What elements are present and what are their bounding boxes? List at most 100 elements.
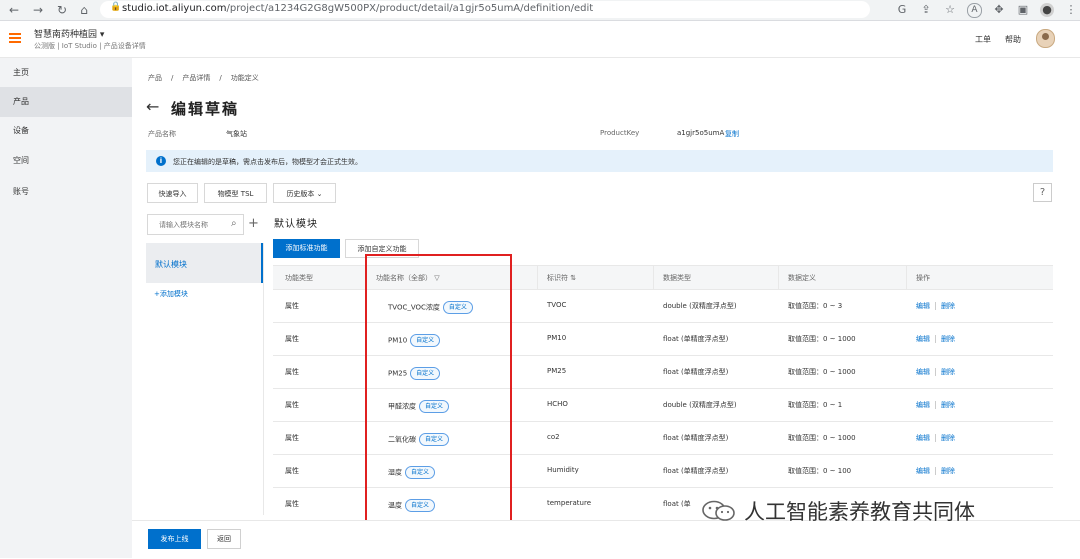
add-module-icon[interactable]: + — [248, 216, 259, 231]
cell-definition: 取值范围：0 ~ 1 — [788, 401, 843, 409]
cell-definition: 取值范围：0 ~ 3 — [788, 302, 843, 310]
cell-definition: 取值范围：0 ~ 1000 — [788, 335, 856, 343]
breadcrumb-product[interactable]: 产品 — [148, 74, 162, 82]
col-header-type: 功能类型 — [285, 274, 313, 282]
workspace-selector[interactable]: 智慧南药种植园 ▾ — [34, 27, 104, 40]
sidebar: 主页 产品 设备 空间 账号 — [0, 58, 132, 558]
cell-type: 属性 — [285, 368, 299, 376]
chevron-down-icon: ⌄ — [316, 190, 323, 198]
add-standard-function-button[interactable]: 添加标准功能 — [273, 239, 340, 258]
menu-icon[interactable] — [9, 33, 21, 43]
cell-identifier: PM25 — [547, 367, 567, 375]
cell-datatype: double (双精度浮点型) — [663, 401, 737, 409]
breadcrumb-current: 功能定义 — [230, 74, 259, 82]
help-link[interactable]: 帮助 — [1005, 34, 1021, 45]
product-key-label: ProductKey — [600, 129, 640, 137]
edit-link[interactable]: 编辑 — [916, 368, 930, 376]
page-title: 编辑草稿 — [171, 100, 240, 118]
delete-link[interactable]: 删除 — [941, 467, 955, 475]
delete-link[interactable]: 删除 — [941, 368, 955, 376]
col-header-datatype: 数据类型 — [663, 274, 691, 282]
edit-link[interactable]: 编辑 — [916, 302, 930, 310]
star-icon[interactable]: ☆ — [943, 3, 957, 17]
cell-datatype: float (单精度浮点型) — [663, 368, 729, 376]
cell-datatype: float (单精度浮点型) — [663, 434, 729, 442]
extensions-icon[interactable]: ✥ — [992, 3, 1006, 17]
product-name-label: 产品名称 — [148, 130, 176, 138]
quick-import-button[interactable]: 快速导入 — [147, 183, 198, 203]
cell-actions: 编辑 删除 — [916, 400, 955, 410]
col-header-definition: 数据定义 — [788, 274, 816, 282]
cell-datatype: double (双精度浮点型) — [663, 302, 737, 310]
edit-link[interactable]: 编辑 — [916, 434, 930, 442]
share-icon[interactable]: ⇪ — [919, 3, 933, 17]
menu-dots-icon[interactable]: ⋮ — [1064, 3, 1078, 17]
sidepanel-icon[interactable]: ▣ — [1016, 3, 1030, 17]
address-bar[interactable]: 🔒 studio.iot.aliyun.com/project/a1234G2G… — [100, 1, 870, 18]
cell-datatype: float (单精度浮点型) — [663, 335, 729, 343]
return-button[interactable]: 返回 — [207, 529, 241, 549]
delete-link[interactable]: 删除 — [941, 401, 955, 409]
delete-link[interactable]: 删除 — [941, 434, 955, 442]
module-item-default[interactable]: 默认模块 — [146, 243, 263, 283]
cell-actions: 编辑 删除 — [916, 334, 955, 344]
edit-link[interactable]: 编辑 — [916, 335, 930, 343]
draft-notice: i 您正在编辑的是草稿，需点击发布后，物模型才会正式生效。 — [146, 150, 1053, 172]
edit-link[interactable]: 编辑 — [916, 467, 930, 475]
breadcrumb-product-detail[interactable]: 产品详情 — [182, 74, 210, 82]
cell-actions: 编辑 删除 — [916, 301, 955, 311]
search-icon[interactable]: ⌕ — [231, 218, 237, 229]
cell-type: 属性 — [285, 401, 299, 409]
product-key-value: a1gjr5o5umA — [677, 129, 725, 137]
tsl-button[interactable]: 物模型 TSL — [204, 183, 267, 203]
lock-icon: 🔒 — [110, 2, 122, 12]
cell-definition: 取值范围：0 ~ 1000 — [788, 368, 856, 376]
home-icon[interactable]: ⌂ — [76, 2, 92, 18]
browser-toolbar: ← → ↻ ⌂ 🔒 studio.iot.aliyun.com/project/… — [0, 0, 1080, 21]
publish-button[interactable]: 发布上线 — [148, 529, 201, 549]
avatar[interactable] — [1036, 29, 1055, 48]
cell-type: 属性 — [285, 302, 299, 310]
delete-link[interactable]: 删除 — [941, 335, 955, 343]
back-arrow-icon[interactable]: ← — [146, 97, 159, 116]
add-module-link[interactable]: +添加模块 — [154, 289, 188, 299]
translate-icon[interactable]: A — [967, 2, 982, 18]
sidebar-item-product[interactable]: 产品 — [0, 87, 132, 117]
cell-definition: 取值范围：0 ~ 1000 — [788, 434, 856, 442]
sidebar-item-account[interactable]: 账号 — [0, 177, 132, 207]
sidebar-item-device[interactable]: 设备 — [0, 116, 132, 146]
delete-link[interactable]: 删除 — [941, 302, 955, 310]
cell-datatype: float (单 — [663, 500, 691, 508]
col-header-identifier[interactable]: 标识符 ⇅ — [547, 273, 576, 283]
cell-actions: 编辑 删除 — [916, 433, 955, 443]
google-icon[interactable]: G — [895, 3, 909, 17]
cell-definition: 取值范围：0 ~ 100 — [788, 467, 852, 475]
workspace-subtitle: 公测版 | IoT Studio | 产品设备详情 — [34, 42, 146, 50]
reload-icon[interactable]: ↻ — [54, 2, 70, 18]
edit-link[interactable]: 编辑 — [916, 401, 930, 409]
cell-actions: 编辑 删除 — [916, 466, 955, 476]
module-section-title: 默认模块 — [274, 219, 318, 230]
ticket-link[interactable]: 工单 — [975, 34, 991, 45]
sidebar-item-space[interactable]: 空间 — [0, 146, 132, 176]
sidebar-item-home[interactable]: 主页 — [0, 58, 132, 88]
forward-icon[interactable]: → — [30, 2, 46, 18]
cell-type: 属性 — [285, 434, 299, 442]
copy-link[interactable]: 复制 — [725, 129, 739, 139]
profile-icon[interactable]: ● — [1040, 3, 1054, 17]
cell-type: 属性 — [285, 500, 299, 508]
info-icon: i — [156, 156, 166, 166]
col-header-actions: 操作 — [916, 274, 930, 282]
highlight-box — [365, 254, 512, 530]
breadcrumb: 产品 / 产品详情 / 功能定义 — [148, 74, 259, 82]
cell-type: 属性 — [285, 335, 299, 343]
help-button[interactable]: ? — [1033, 183, 1052, 202]
cell-type: 属性 — [285, 467, 299, 475]
module-list: 默认模块 +添加模块 — [146, 243, 264, 515]
app-header: 智慧南药种植园 ▾ 公测版 | IoT Studio | 产品设备详情 工单 帮… — [0, 21, 1080, 58]
cell-identifier: PM10 — [547, 334, 567, 342]
module-search-input[interactable] — [148, 215, 226, 234]
back-icon[interactable]: ← — [6, 2, 22, 18]
product-name-value: 气象站 — [226, 130, 247, 138]
history-version-button[interactable]: 历史版本 ⌄ — [273, 183, 336, 203]
